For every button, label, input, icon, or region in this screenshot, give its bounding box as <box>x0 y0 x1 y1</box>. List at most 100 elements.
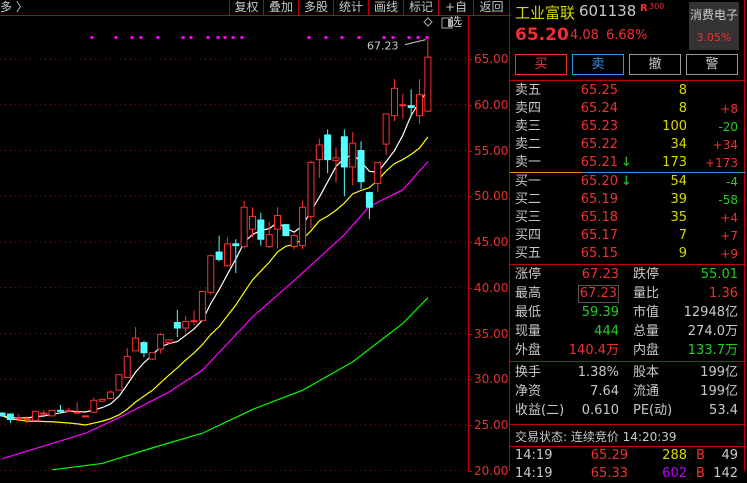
candle[interactable] <box>340 129 348 197</box>
candle[interactable] <box>23 415 31 424</box>
candle-body <box>299 206 307 247</box>
candle[interactable] <box>207 254 215 296</box>
level-volume: 9 <box>678 246 687 261</box>
bid-row[interactable]: 买二 65.19 39 -58 <box>510 191 746 209</box>
candle[interactable] <box>257 212 265 246</box>
stat-value: 444 <box>594 324 619 339</box>
candle[interactable] <box>107 390 115 399</box>
candle[interactable] <box>0 412 6 417</box>
candle[interactable] <box>424 38 432 112</box>
candle[interactable] <box>315 138 323 178</box>
candle[interactable] <box>382 113 390 156</box>
ma5-line <box>1 90 429 419</box>
candle[interactable] <box>90 397 98 413</box>
ask-row[interactable]: 卖五 65.25 8 <box>510 82 746 100</box>
mark-button[interactable]: 标记 <box>403 0 438 16</box>
candle[interactable] <box>357 141 365 189</box>
ask-row[interactable]: 卖一 65.21 ↓ 173 +173 <box>510 154 746 172</box>
divider <box>510 80 746 81</box>
candle[interactable] <box>265 221 273 249</box>
candle[interactable] <box>115 374 123 391</box>
candle[interactable] <box>374 161 382 192</box>
candle[interactable] <box>157 333 165 354</box>
candle[interactable] <box>324 129 332 174</box>
level-change: +173 <box>705 156 738 170</box>
candle-body <box>324 134 332 161</box>
candle[interactable] <box>82 415 89 418</box>
candle-body <box>107 391 115 399</box>
stock-name: 工业富联 <box>515 4 576 22</box>
bid-row[interactable]: 买三 65.18 35 +4 <box>510 209 746 227</box>
candle-body <box>307 161 315 217</box>
candle[interactable] <box>215 235 223 262</box>
kline-chart[interactable]: 67.23 <box>0 0 468 471</box>
ask-row[interactable]: 卖三 65.23 100 -20 <box>510 118 746 136</box>
stat-value: 53.4 <box>709 403 738 418</box>
signal-dot <box>240 36 244 39</box>
signal-dot <box>231 36 235 39</box>
multi-stock-button[interactable]: 多股 <box>298 0 333 16</box>
stat-value: 140.4万 <box>568 343 619 358</box>
candle-body <box>340 136 348 168</box>
candle[interactable] <box>307 160 315 229</box>
overlay-button[interactable]: 叠加 <box>263 0 298 16</box>
add-watchlist-button[interactable]: +自选 <box>438 0 473 29</box>
buy-button[interactable]: 买 <box>515 54 567 75</box>
level-label: 买三 <box>515 210 542 225</box>
signal-dot <box>416 36 420 39</box>
candle-body <box>407 105 415 108</box>
candle-body <box>6 413 14 421</box>
candle[interactable] <box>31 410 39 421</box>
signal-dot <box>223 36 227 39</box>
candle-body <box>123 355 131 378</box>
draw-line-button[interactable]: 画线 <box>368 0 403 16</box>
candle[interactable] <box>56 404 64 414</box>
restore-rights-button[interactable]: 复权 <box>229 0 263 16</box>
candle[interactable] <box>240 200 248 249</box>
diamond-icon[interactable] <box>423 17 433 27</box>
candle[interactable] <box>290 233 298 250</box>
more-menu[interactable]: 多 〉 <box>0 0 28 15</box>
candle[interactable] <box>390 79 398 122</box>
stat-label: 流通 <box>633 384 660 399</box>
bid-row[interactable]: 买四 65.17 7 +7 <box>510 227 746 245</box>
candle[interactable] <box>416 79 423 124</box>
candle[interactable] <box>132 327 140 352</box>
candle-body <box>349 142 357 168</box>
stat-value: 7.64 <box>590 384 619 399</box>
axis-tick <box>468 196 472 198</box>
candle[interactable] <box>65 407 73 413</box>
candle[interactable] <box>349 132 357 186</box>
candle[interactable] <box>140 340 148 358</box>
sector-box[interactable]: 消费电子 3.05% <box>689 2 739 50</box>
candle[interactable] <box>98 398 106 403</box>
bid-row[interactable]: 买一 65.20 ↓ 54 -4 <box>510 173 746 191</box>
candle-body <box>48 409 56 417</box>
candle[interactable] <box>148 352 156 361</box>
candle[interactable] <box>6 413 14 424</box>
stat-label: 内盘 <box>633 343 660 358</box>
ask-row[interactable]: 卖二 65.22 34 +34 <box>510 136 746 154</box>
candle[interactable] <box>190 310 198 326</box>
alert-button[interactable]: 警 <box>686 54 738 75</box>
candle[interactable] <box>282 224 290 237</box>
candle[interactable] <box>198 290 206 322</box>
candle-body <box>215 251 223 260</box>
back-button[interactable]: 返回 <box>473 0 509 16</box>
stat-label: 现量 <box>515 324 542 339</box>
candle[interactable] <box>123 348 131 378</box>
cancel-order-button[interactable]: 撤 <box>629 54 681 75</box>
candle[interactable] <box>299 200 307 250</box>
bid-row[interactable]: 买五 65.15 9 +9 <box>510 245 746 263</box>
sell-button[interactable]: 卖 <box>572 54 624 75</box>
candle-body <box>140 342 148 354</box>
level-label: 卖二 <box>515 137 542 152</box>
stat-label: 量比 <box>633 286 660 301</box>
candle[interactable] <box>48 409 56 417</box>
tick-volume: 288 <box>662 448 687 463</box>
ask-row[interactable]: 卖四 65.24 8 +8 <box>510 100 746 118</box>
candle[interactable] <box>182 316 190 333</box>
candle[interactable] <box>365 191 373 220</box>
candle[interactable] <box>399 93 407 119</box>
statistics-button[interactable]: 统计 <box>333 0 368 16</box>
